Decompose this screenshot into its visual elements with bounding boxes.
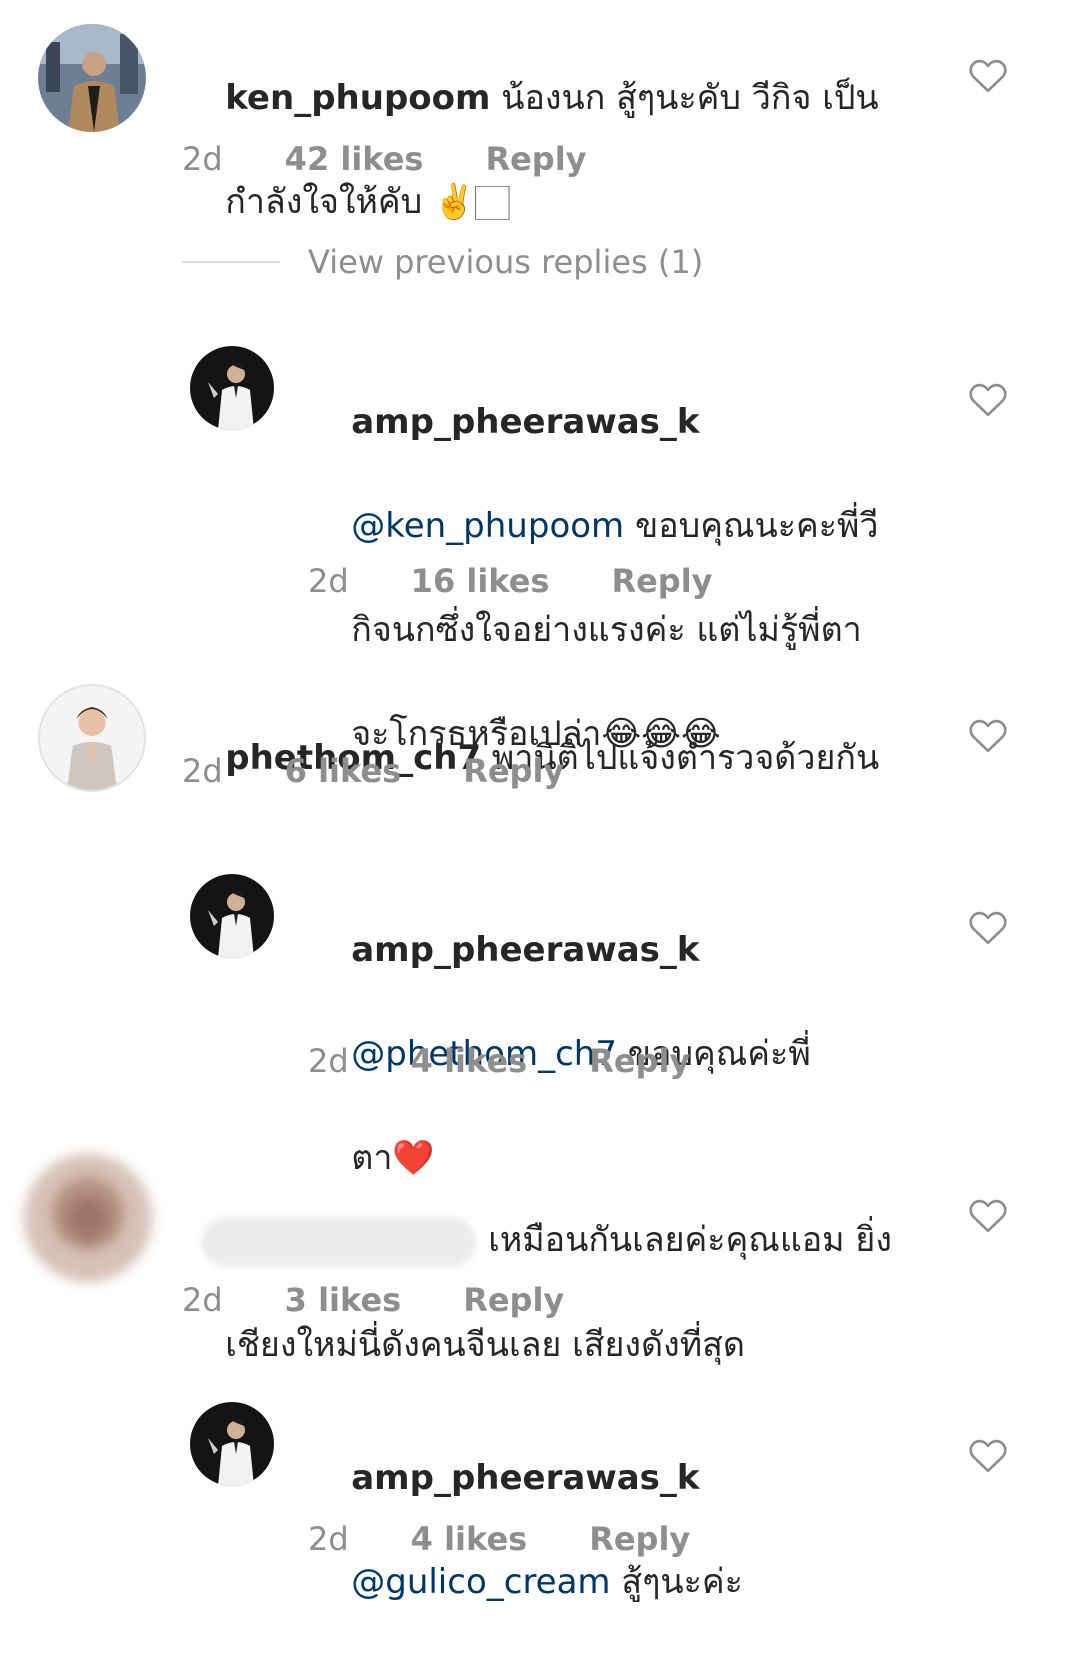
comment-body-line: น้องนก สู้ๆนะคับ วีกิจ เป็น: [501, 78, 879, 118]
heart-outline-icon[interactable]: [968, 1436, 1008, 1474]
comment-time: 2d: [182, 752, 223, 790]
blurred-username: [201, 1216, 477, 1267]
avatar[interactable]: [190, 346, 274, 430]
comment-body-line: เหมือนกันเลยค่ะคุณแอม ยิ่ง: [488, 1220, 892, 1260]
comment-meta: 2d 4 likes Reply: [308, 1037, 690, 1085]
comment-time: 2d: [308, 562, 349, 600]
comment-body-line: สู้ๆนะค่ะ: [610, 1562, 743, 1602]
comment-time: 2d: [308, 1042, 349, 1080]
comment-body-line: ขอบคุณนะคะพี่วี: [624, 506, 879, 546]
comment-meta: 2d 4 likes Reply: [308, 1515, 690, 1563]
heart-outline-icon[interactable]: [968, 908, 1008, 946]
likes-count[interactable]: 4 likes: [411, 1520, 528, 1558]
view-previous-replies-label: View previous replies (1): [308, 243, 704, 281]
heart-outline-icon[interactable]: [968, 380, 1008, 418]
reply-button[interactable]: Reply: [589, 1042, 690, 1080]
comment-time: 2d: [308, 1520, 349, 1558]
heart-outline-icon[interactable]: [968, 716, 1008, 754]
comment-meta: 2d 16 likes Reply: [308, 557, 713, 605]
reply-button[interactable]: Reply: [463, 752, 564, 790]
reply-button[interactable]: Reply: [589, 1520, 690, 1558]
likes-count[interactable]: 42 likes: [285, 140, 424, 178]
comment-body-line: กิจนกซึ่งใจอย่างแรงค่ะ แต่ไม่รู้พี่ตา: [351, 610, 862, 650]
divider-line: [182, 261, 280, 263]
avatar[interactable]: [38, 684, 146, 792]
comment-username[interactable]: amp_pheerawas_k: [351, 402, 699, 442]
comment-body-line: กำลังใจให้คับ ✌️🏻: [225, 182, 510, 222]
heart-outline-icon[interactable]: [968, 1196, 1008, 1234]
mention-link[interactable]: @ken_phupoom: [351, 506, 624, 546]
avatar[interactable]: [38, 24, 146, 132]
likes-count[interactable]: 16 likes: [411, 562, 550, 600]
likes-count[interactable]: 6 likes: [285, 752, 402, 790]
comment-username[interactable]: amp_pheerawas_k: [351, 1458, 699, 1498]
likes-count[interactable]: 4 likes: [411, 1042, 528, 1080]
likes-count[interactable]: 3 likes: [285, 1281, 402, 1319]
comment-time: 2d: [182, 1281, 223, 1319]
reply-button[interactable]: Reply: [485, 140, 586, 178]
reply-button[interactable]: Reply: [463, 1281, 564, 1319]
comment-meta: 2d 3 likes Reply: [182, 1276, 564, 1324]
comment-meta: 2d 42 likes Reply: [182, 135, 587, 183]
comment-username[interactable]: ken_phupoom: [225, 78, 490, 118]
comment-time: 2d: [182, 140, 223, 178]
avatar[interactable]: [190, 874, 274, 958]
comment-meta: 2d 6 likes Reply: [182, 747, 564, 795]
mention-link[interactable]: @gulico_cream: [351, 1562, 610, 1602]
avatar[interactable]: [24, 1154, 152, 1282]
avatar[interactable]: [190, 1402, 274, 1486]
view-previous-replies-button[interactable]: View previous replies (1): [182, 236, 703, 288]
heart-outline-icon[interactable]: [968, 56, 1008, 94]
comment-body-line: เชียงใหม่นี่ดังคนจีนเลย เสียงดังที่สุด: [225, 1324, 745, 1365]
reply-button[interactable]: Reply: [611, 562, 712, 600]
comment-username[interactable]: amp_pheerawas_k: [351, 930, 699, 970]
